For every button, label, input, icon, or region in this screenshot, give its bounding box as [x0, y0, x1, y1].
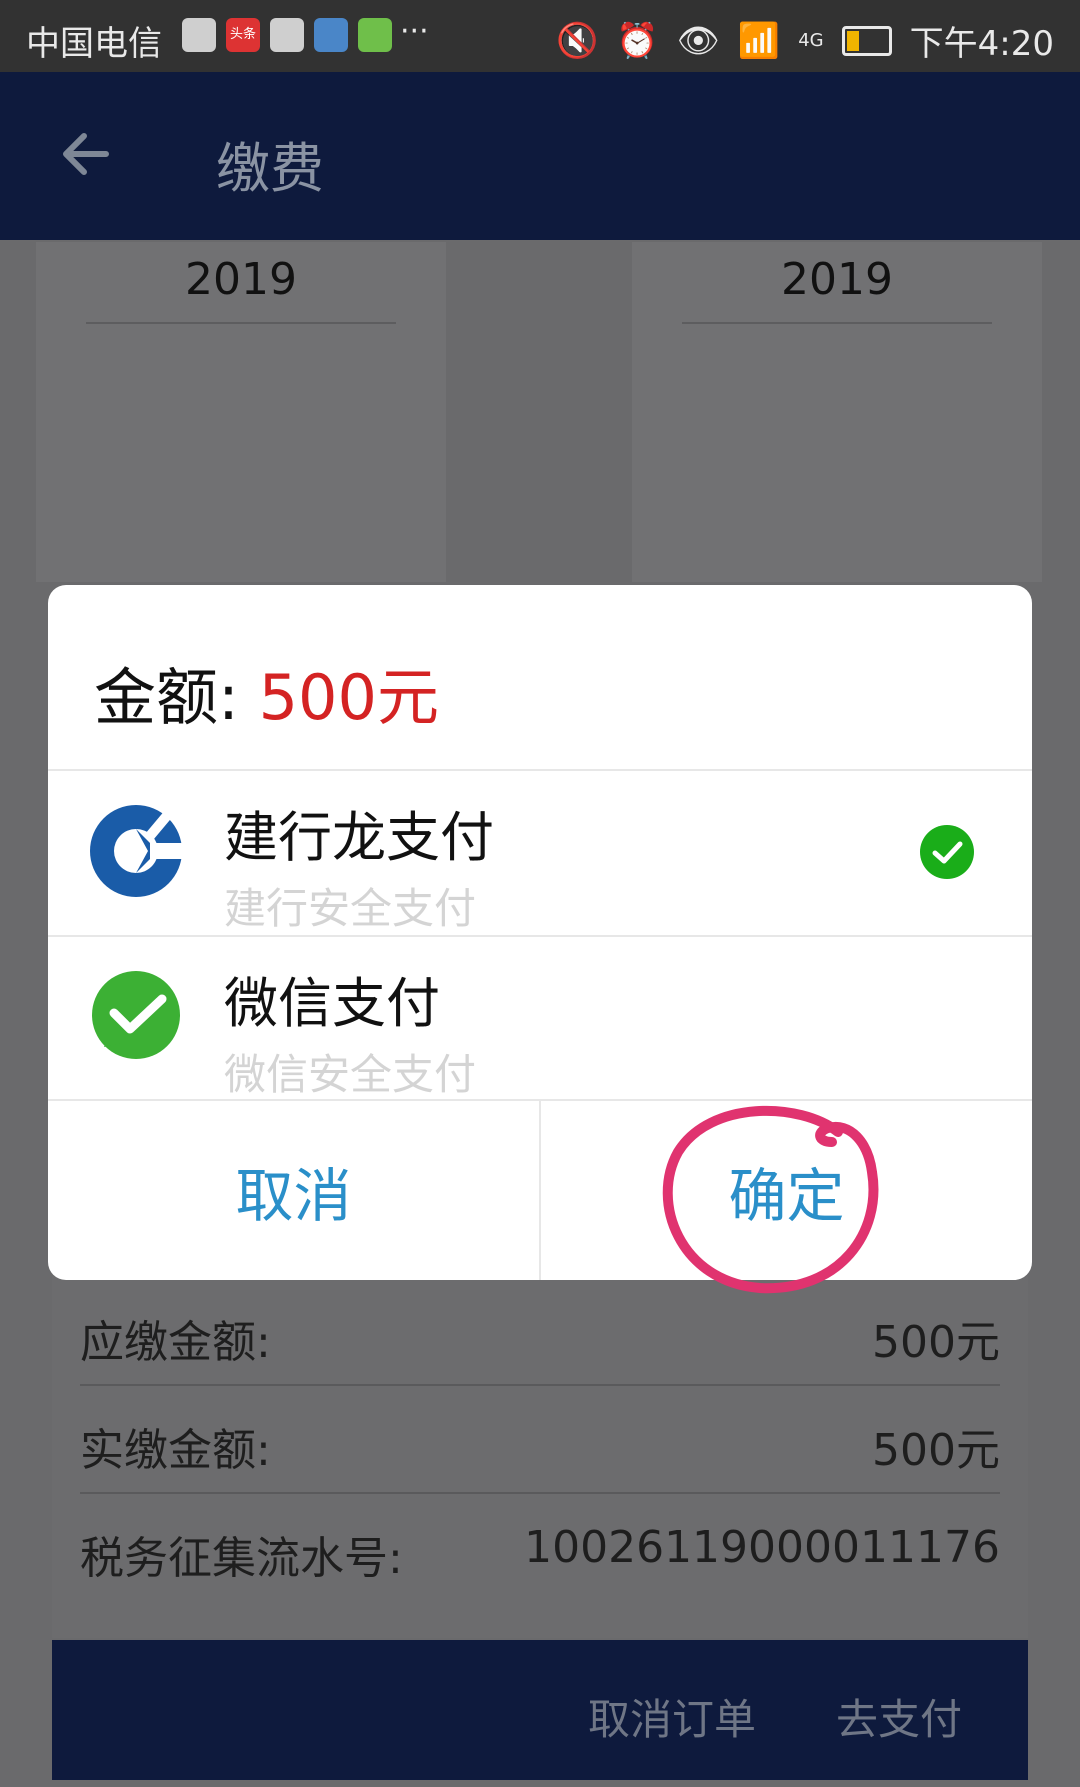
dialog-cancel-button[interactable]: 取消 [48, 1101, 539, 1280]
back-arrow-icon[interactable] [56, 124, 116, 184]
due-amount-label: 应缴金额: [80, 1317, 271, 1368]
pay-option-wechat[interactable]: 微信支付 微信安全支付 [48, 937, 1032, 1101]
bill-card-right: 2019 [632, 242, 1042, 582]
pay-option-desc: 微信安全支付 [224, 1050, 477, 1099]
due-amount-value: 500元 [872, 1317, 1000, 1368]
divider [682, 322, 992, 324]
app-header: 缴费 [0, 72, 1080, 240]
amount-row: 金额: 500元 [94, 647, 439, 737]
amount-label: 金额: [94, 661, 259, 734]
payment-info-panel: 应缴金额: 500元 实缴金额: 500元 税务征集流水号: 100261190… [52, 1276, 1028, 1638]
status-bar: 中国电信 头条 ··· 🔇 ⏰ 👁 📶 4G 下午4:20 [0, 0, 1080, 72]
paid-amount-row: 实缴金额: 500元 [80, 1384, 1000, 1494]
wechat-pay-logo-icon [92, 971, 180, 1059]
battery-icon [841, 25, 892, 56]
shield-icon [270, 18, 304, 52]
video-app-icon [358, 18, 392, 52]
clock: 下午4:20 [909, 24, 1054, 64]
ccb-logo-icon [90, 805, 184, 897]
page-title: 缴费 [216, 137, 324, 200]
briefcase-icon [182, 18, 216, 52]
pay-option-ccb[interactable]: 建行龙支付 建行安全支付 [48, 771, 1032, 935]
due-amount-row: 应缴金额: 500元 [80, 1276, 1000, 1386]
pay-option-desc: 建行安全支付 [224, 884, 477, 933]
dialog-button-row: 取消 确定 [48, 1101, 1032, 1280]
divider [86, 322, 396, 324]
selected-check-icon [920, 825, 974, 879]
alarm-icon: ⏰ [616, 20, 659, 61]
amount-value: 500元 [258, 661, 439, 734]
go-pay-button[interactable]: 去支付 [836, 1686, 962, 1747]
pay-option-name: 建行龙支付 [224, 806, 494, 869]
cancel-order-button[interactable]: 取消订单 [588, 1686, 756, 1747]
year-label: 2019 [185, 254, 297, 305]
paid-amount-label: 实缴金额: [80, 1425, 271, 1476]
serial-number-value: 10026119000011176 [524, 1522, 1000, 1573]
wifi-icon: 📶 [737, 20, 781, 61]
eye-icon: 👁 [676, 20, 720, 61]
notification-icons: 头条 [182, 18, 392, 52]
bottom-action-bar: 取消订单 去支付 [52, 1640, 1028, 1780]
pay-option-name: 微信支付 [224, 972, 440, 1035]
payment-method-dialog: 金额: 500元 建行龙支付 建行安全支付 微信支付 微信安全支付 取消 确定 [48, 585, 1032, 1280]
carrier-label: 中国电信 [26, 24, 162, 64]
network-type: 4G [798, 30, 824, 51]
year-label: 2019 [781, 254, 893, 305]
toutiao-icon: 头条 [226, 18, 260, 52]
mute-icon: 🔇 [556, 20, 599, 61]
more-notifications: ··· [400, 14, 429, 49]
bill-card-left: 2019 [36, 242, 446, 582]
app-notification-icon [314, 18, 348, 52]
serial-number-row: 税务征集流水号: 10026119000011176 [80, 1492, 1000, 1600]
serial-number-label: 税务征集流水号: [80, 1533, 403, 1584]
dialog-confirm-button[interactable]: 确定 [541, 1101, 1032, 1280]
paid-amount-value: 500元 [872, 1425, 1000, 1476]
